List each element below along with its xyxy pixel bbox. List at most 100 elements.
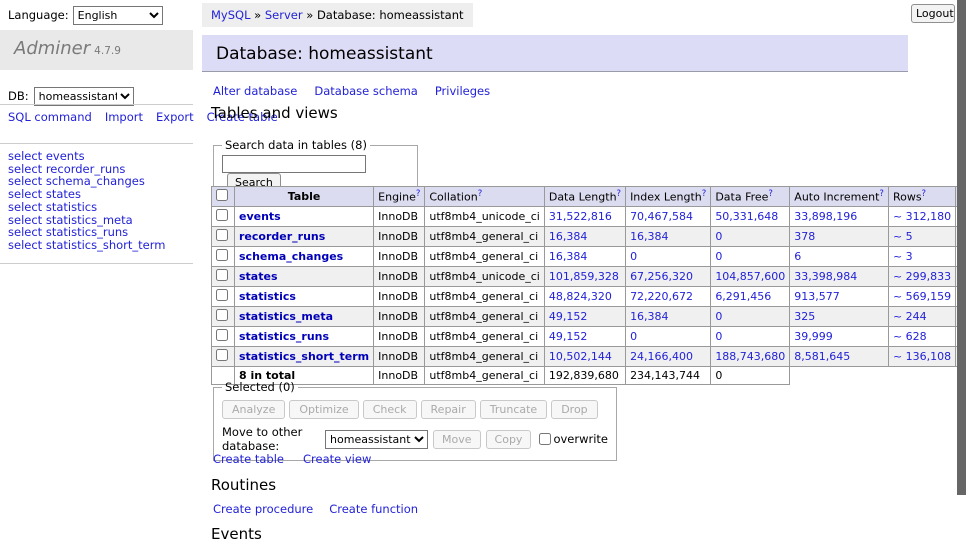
sidebar-item-select-statistics[interactable]: select statistics	[8, 201, 165, 214]
table-row: statistics_metaInnoDButf8mb4_general_ci4…	[212, 307, 966, 327]
search-input[interactable]	[222, 155, 366, 173]
cell-collation: utf8mb4_general_ci	[425, 247, 544, 267]
help-link[interactable]: ?	[416, 189, 421, 199]
sidebar-link-import[interactable]: Import	[105, 110, 143, 124]
table-link-schema-changes[interactable]: schema_changes	[239, 250, 343, 263]
cell-rows[interactable]: ~ 5	[888, 227, 955, 247]
cell-rows[interactable]: ~ 299,833	[888, 267, 955, 287]
cell-data-length: 101,859,328	[544, 267, 625, 287]
create-links: Create table Create view	[213, 452, 390, 466]
link-create-procedure[interactable]: Create procedure	[213, 502, 313, 516]
cell-table-name: statistics_short_term	[235, 347, 374, 367]
cell-data-free: 0	[711, 247, 790, 267]
cell-data-length: 31,522,816	[544, 207, 625, 227]
breadcrumb-link-server[interactable]: Server	[265, 8, 303, 22]
link-create-view[interactable]: Create view	[303, 452, 371, 466]
search-legend: Search data in tables (8)	[222, 138, 370, 152]
drop-button[interactable]: Drop	[551, 400, 597, 419]
row-checkbox-cell	[212, 347, 235, 367]
cell-data-free: 0	[711, 227, 790, 247]
table-link-statistics-runs[interactable]: statistics_runs	[239, 330, 329, 343]
cell-table-name: statistics_meta	[235, 307, 374, 327]
cell-rows[interactable]: ~ 569,159	[888, 287, 955, 307]
cell-index-length: 67,256,320	[626, 267, 711, 287]
cell-rows[interactable]: ~ 312,180	[888, 207, 955, 227]
header-cell-engine: Engine?	[374, 187, 425, 207]
header-cell-data-length: Data Length?	[544, 187, 625, 207]
row-checkbox[interactable]	[216, 329, 228, 341]
tables-list: TableEngine?Collation?Data Length?Index …	[211, 186, 966, 385]
truncate-button[interactable]: Truncate	[480, 400, 547, 419]
cell-data-length: 16,384	[544, 247, 625, 267]
cell-rows[interactable]: ~ 244	[888, 307, 955, 327]
table-row: eventsInnoDButf8mb4_unicode_ci31,522,816…	[212, 207, 966, 227]
app-name: Adminer	[14, 38, 90, 59]
copy-button[interactable]: Copy	[486, 430, 532, 449]
row-checkbox[interactable]	[216, 249, 228, 261]
table-link-states[interactable]: states	[239, 270, 278, 283]
sidebar-item-select-statistics-short-term[interactable]: select statistics_short_term	[8, 239, 165, 252]
table-row: statistics_short_termInnoDButf8mb4_gener…	[212, 347, 966, 367]
help-link[interactable]: ?	[922, 189, 927, 199]
cell-data-length: 49,152	[544, 307, 625, 327]
sidebar-link-sql-command[interactable]: SQL command	[8, 110, 92, 124]
table-link-statistics-short-term[interactable]: statistics_short_term	[239, 350, 369, 363]
link-database-schema[interactable]: Database schema	[314, 84, 417, 98]
cell-engine: InnoDB	[374, 247, 425, 267]
link-privileges[interactable]: Privileges	[435, 84, 490, 98]
cell-data-free: 104,857,600	[711, 267, 790, 287]
check-button[interactable]: Check	[363, 400, 417, 419]
row-checkbox-cell	[212, 227, 235, 247]
row-checkbox[interactable]	[216, 229, 228, 241]
cell-rows[interactable]: ~ 628	[888, 327, 955, 347]
header-label: Collation	[429, 191, 477, 204]
row-checkbox[interactable]	[216, 289, 228, 301]
select-all-checkbox[interactable]	[216, 189, 228, 201]
language-select[interactable]: English	[73, 6, 163, 25]
scrollbar-thumb[interactable]	[957, 0, 966, 495]
cell-rows[interactable]: ~ 3	[888, 247, 955, 267]
link-alter-database[interactable]: Alter database	[213, 84, 297, 98]
sidebar-item-select-events[interactable]: select events	[8, 150, 165, 163]
help-link[interactable]: ?	[617, 189, 622, 199]
move-database-select[interactable]: homeassistant	[325, 430, 428, 449]
vertical-scrollbar[interactable]	[957, 0, 966, 543]
row-checkbox[interactable]	[216, 309, 228, 321]
repair-button[interactable]: Repair	[421, 400, 476, 419]
row-checkbox[interactable]	[216, 209, 228, 221]
header-label: Data Length	[549, 191, 617, 204]
analyze-button[interactable]: Analyze	[222, 400, 285, 419]
cell-data-free: 50,331,648	[711, 207, 790, 227]
cell-data-length: 49,152	[544, 327, 625, 347]
row-checkbox-cell	[212, 207, 235, 227]
table-link-statistics-meta[interactable]: statistics_meta	[239, 310, 333, 323]
link-create-table[interactable]: Create table	[213, 452, 284, 466]
cell-engine: InnoDB	[374, 227, 425, 247]
help-link[interactable]: ?	[879, 189, 884, 199]
overwrite-checkbox[interactable]	[539, 433, 551, 445]
breadcrumb-link-mysql[interactable]: MySQL	[211, 8, 251, 22]
row-checkbox[interactable]	[216, 349, 228, 361]
row-checkbox[interactable]	[216, 269, 228, 281]
sidebar-divider	[0, 263, 193, 264]
table-row: statesInnoDButf8mb4_unicode_ci101,859,32…	[212, 267, 966, 287]
cell-index-length: 0	[626, 247, 711, 267]
table-link-events[interactable]: events	[239, 210, 281, 223]
logout-button[interactable]: Logout	[911, 4, 955, 23]
cell-engine: InnoDB	[374, 287, 425, 307]
table-link-statistics[interactable]: statistics	[239, 290, 296, 303]
cell-rows[interactable]: ~ 136,108	[888, 347, 955, 367]
move-button[interactable]: Move	[433, 430, 481, 449]
table-link-recorder-runs[interactable]: recorder_runs	[239, 230, 325, 243]
link-create-function[interactable]: Create function	[329, 502, 418, 516]
optimize-button[interactable]: Optimize	[289, 400, 358, 419]
cell-table-name: events	[235, 207, 374, 227]
database-actions: Alter database Database schema Privileges	[213, 84, 507, 98]
row-checkbox-cell	[212, 267, 235, 287]
help-link[interactable]: ?	[702, 189, 707, 199]
selected-legend: Selected (0)	[222, 380, 298, 394]
help-link[interactable]: ?	[478, 189, 483, 199]
sidebar-item-select-states[interactable]: select states	[8, 188, 165, 201]
sidebar-link-export[interactable]: Export	[156, 110, 194, 124]
help-link[interactable]: ?	[768, 189, 773, 199]
